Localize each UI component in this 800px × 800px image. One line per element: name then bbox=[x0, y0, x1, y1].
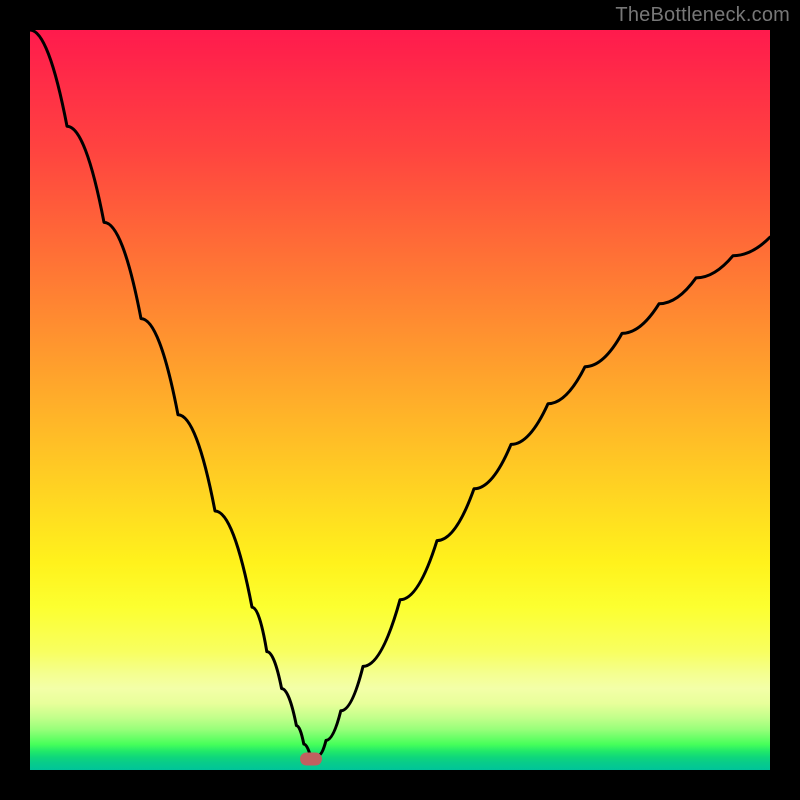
watermark-text: TheBottleneck.com bbox=[615, 4, 790, 27]
plot-area bbox=[30, 30, 770, 770]
chart-container: TheBottleneck.com bbox=[0, 0, 800, 800]
bottleneck-curve bbox=[30, 30, 770, 770]
minimum-marker bbox=[300, 752, 322, 765]
